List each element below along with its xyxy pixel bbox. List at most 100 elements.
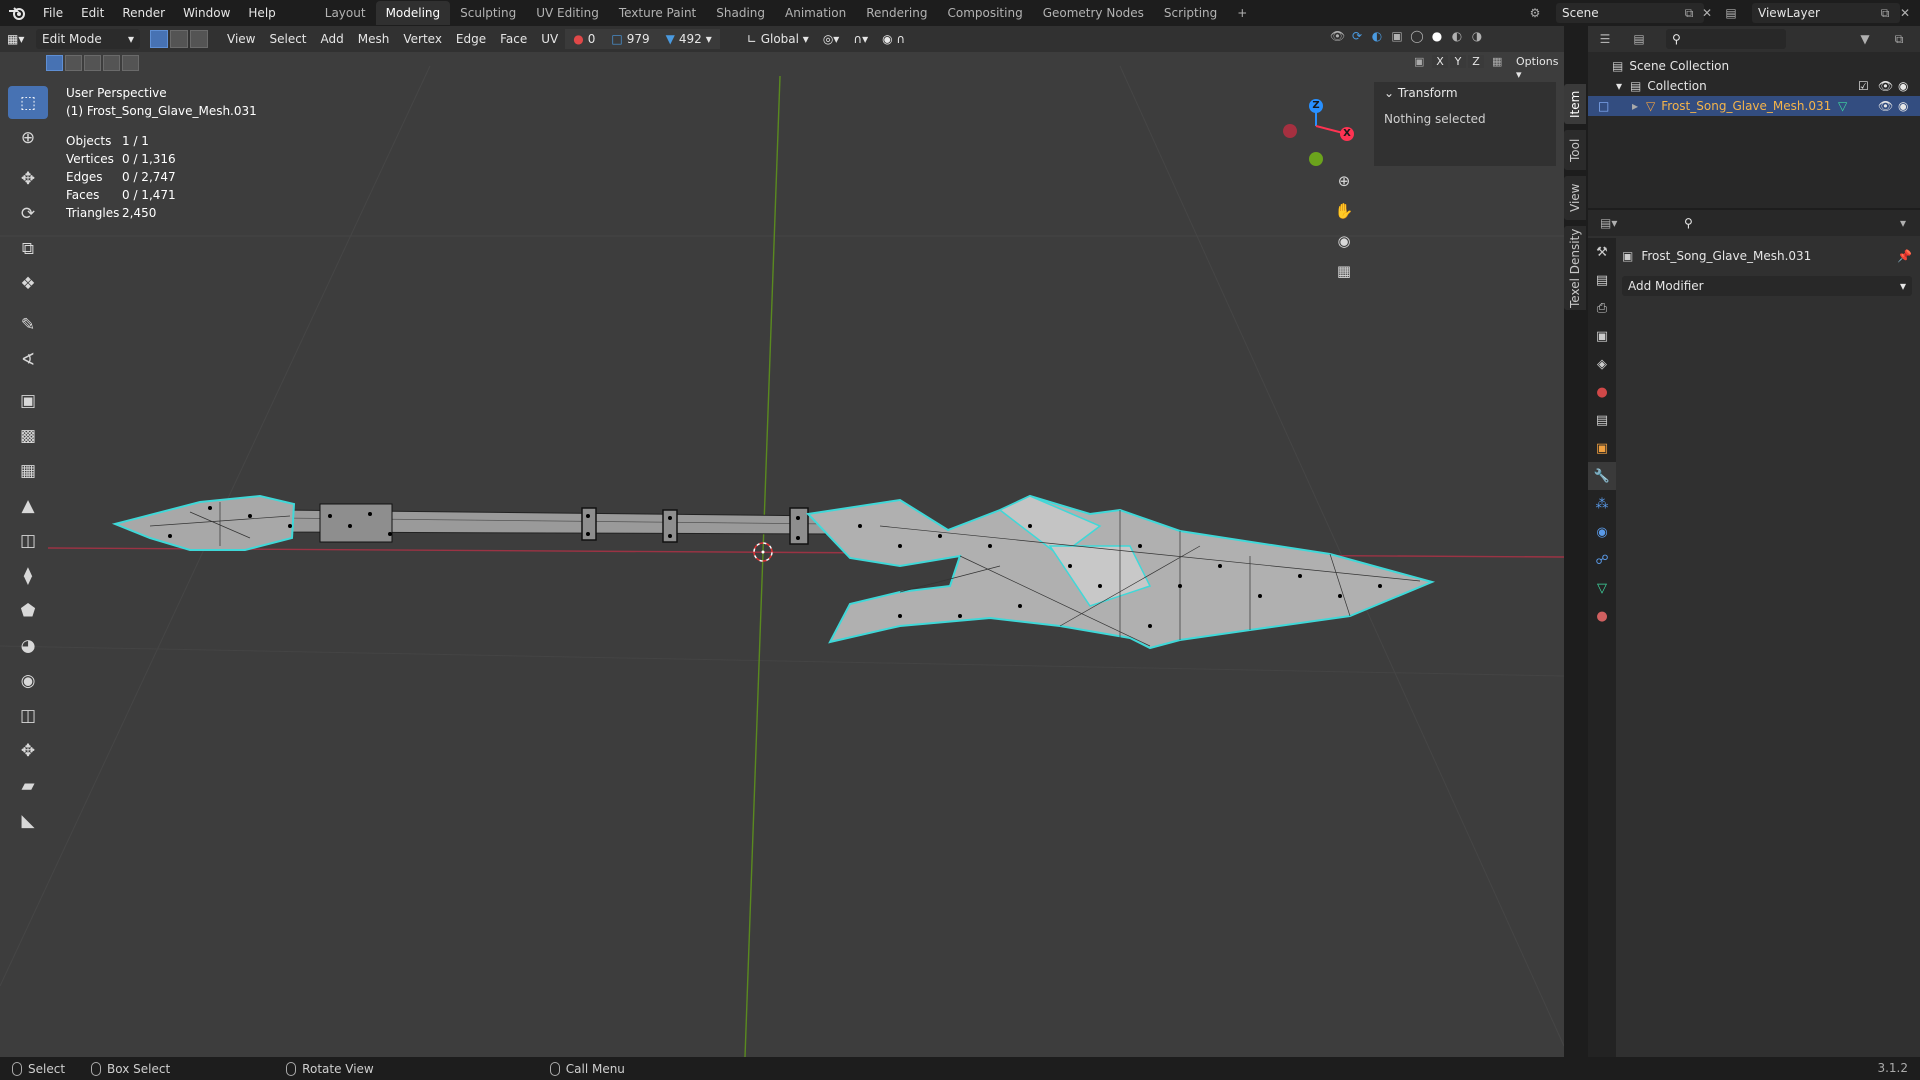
- mirror-y-toggle[interactable]: Y: [1450, 55, 1466, 68]
- tool-properties-icon[interactable]: ⚒: [1588, 238, 1616, 266]
- eye-icon[interactable]: 👁: [1878, 76, 1893, 96]
- transform-tool-icon[interactable]: ❖: [8, 267, 48, 300]
- menu-help[interactable]: Help: [239, 0, 284, 26]
- eye-icon[interactable]: 👁: [1878, 96, 1893, 116]
- camera-view-icon[interactable]: ◉: [1331, 228, 1357, 254]
- smooth-tool-icon[interactable]: ◉: [8, 664, 48, 697]
- xray-toggle-icon[interactable]: ▣: [1390, 29, 1404, 43]
- spin-tool-icon[interactable]: ◕: [8, 629, 48, 662]
- tab-modeling[interactable]: Modeling: [375, 1, 451, 25]
- mesh-frost-song-glave[interactable]: [111, 494, 1436, 650]
- rip-region-tool-icon[interactable]: ◣: [8, 804, 48, 837]
- blender-logo-icon[interactable]: [0, 0, 34, 26]
- outliner-row-object[interactable]: □ ▸ ▽ Frost_Song_Glave_Mesh.031 ▽ 👁 ◉: [1588, 96, 1920, 116]
- outliner-search-input[interactable]: ⚲: [1666, 29, 1786, 49]
- properties-editor-type-icon[interactable]: ▤▾: [1600, 216, 1617, 230]
- menu-edge[interactable]: Edge: [449, 29, 493, 49]
- tab-rendering[interactable]: Rendering: [856, 1, 937, 25]
- inset-tool-icon[interactable]: ▦: [8, 454, 48, 487]
- tab-layout[interactable]: Layout: [315, 1, 376, 25]
- menu-mesh[interactable]: Mesh: [351, 29, 397, 49]
- gizmo-toggle-icon[interactable]: ⟳: [1350, 29, 1364, 43]
- menu-file[interactable]: File: [34, 0, 72, 26]
- tab-scripting[interactable]: Scripting: [1154, 1, 1227, 25]
- solid-shading-icon[interactable]: ●: [1430, 29, 1444, 43]
- outliner-row-collection[interactable]: ▾ ▤ Collection ☑ 👁 ◉: [1588, 76, 1920, 96]
- zoom-icon[interactable]: ⊕: [1331, 168, 1357, 194]
- uv-stat-chip-b[interactable]: □ 979: [603, 29, 658, 49]
- select-subtract-button[interactable]: [84, 55, 101, 71]
- face-select-mode-button[interactable]: [190, 30, 208, 48]
- vertex-select-mode-button[interactable]: [150, 30, 168, 48]
- world-properties-icon[interactable]: ●: [1588, 378, 1616, 406]
- gizmo-z-axis[interactable]: Z: [1309, 99, 1323, 113]
- delete-scene-icon[interactable]: ✕: [1700, 6, 1714, 20]
- tab-shading[interactable]: Shading: [706, 1, 775, 25]
- gizmo-y-axis[interactable]: [1309, 152, 1323, 166]
- select-new-button[interactable]: [46, 55, 63, 71]
- measure-tool-icon[interactable]: ∢: [8, 343, 48, 376]
- render-properties-icon[interactable]: ▤: [1588, 266, 1616, 294]
- tab-view[interactable]: View: [1564, 176, 1586, 220]
- pan-hand-icon[interactable]: ✋: [1331, 198, 1357, 224]
- tab-geometry-nodes[interactable]: Geometry Nodes: [1033, 1, 1154, 25]
- editor-type-icon[interactable]: ▦▾: [0, 29, 36, 49]
- menu-uv[interactable]: UV: [534, 29, 565, 49]
- menu-window[interactable]: Window: [174, 0, 239, 26]
- rotate-tool-icon[interactable]: ⟳: [8, 197, 48, 230]
- new-collection-icon[interactable]: ⧉: [1892, 32, 1906, 46]
- transform-orientation-dropdown[interactable]: ∟ Global ▾: [740, 29, 816, 49]
- tab-animation[interactable]: Animation: [775, 1, 856, 25]
- scene-icon[interactable]: ⚙: [1528, 6, 1542, 20]
- camera-icon[interactable]: ◉: [1898, 76, 1908, 96]
- visibility-icon[interactable]: 👁: [1330, 29, 1345, 43]
- bevel-tool-icon[interactable]: ▲: [8, 489, 48, 522]
- proportional-editing-icon[interactable]: ◉ ∩: [875, 29, 912, 49]
- annotate-tool-icon[interactable]: ✎: [8, 308, 48, 341]
- new-scene-icon[interactable]: ⧉: [1682, 6, 1696, 20]
- mode-selector[interactable]: Edit Mode ▾: [36, 29, 140, 49]
- menu-render[interactable]: Render: [113, 0, 174, 26]
- menu-edit[interactable]: Edit: [72, 0, 113, 26]
- select-extend-button[interactable]: [65, 55, 82, 71]
- extrude-tool-icon[interactable]: ▩: [8, 419, 48, 452]
- shrink-fatten-tool-icon[interactable]: ✥: [8, 734, 48, 767]
- output-properties-icon[interactable]: ⎙: [1588, 294, 1616, 322]
- add-cube-tool-icon[interactable]: ▣: [8, 384, 48, 417]
- display-mode-icon[interactable]: ▤: [1632, 32, 1646, 46]
- view-layer-icon[interactable]: ▤: [1724, 6, 1738, 20]
- outliner-editor-type-icon[interactable]: ☰: [1598, 32, 1612, 46]
- pin-icon[interactable]: 📌: [1897, 249, 1912, 263]
- view-layer-properties-icon[interactable]: ▣: [1588, 322, 1616, 350]
- gizmo-neg-x-axis[interactable]: [1283, 124, 1297, 138]
- edit-mode-icon[interactable]: □: [1598, 96, 1609, 116]
- constraints-properties-icon[interactable]: ☍: [1588, 546, 1616, 574]
- shear-tool-icon[interactable]: ▰: [8, 769, 48, 802]
- material-shading-icon[interactable]: ◐: [1450, 29, 1464, 43]
- camera-icon[interactable]: ◉: [1898, 96, 1908, 116]
- material-properties-icon[interactable]: ●: [1588, 602, 1616, 630]
- delete-view-layer-icon[interactable]: ✕: [1898, 6, 1912, 20]
- scene-properties-icon[interactable]: ◈: [1588, 350, 1616, 378]
- uv-stat-chip-a[interactable]: ● 0: [565, 29, 604, 49]
- menu-view[interactable]: View: [220, 29, 262, 49]
- tab-compositing[interactable]: Compositing: [937, 1, 1032, 25]
- menu-select[interactable]: Select: [262, 29, 313, 49]
- new-view-layer-icon[interactable]: ⧉: [1878, 6, 1892, 20]
- poly-build-tool-icon[interactable]: ⬟: [8, 594, 48, 627]
- edge-select-mode-button[interactable]: [170, 30, 188, 48]
- wireframe-shading-icon[interactable]: ◯: [1410, 29, 1424, 43]
- data-properties-icon[interactable]: ▽: [1588, 574, 1616, 602]
- edge-slide-tool-icon[interactable]: ◫: [8, 699, 48, 732]
- cursor-tool-icon[interactable]: ⊕: [8, 121, 48, 154]
- select-intersect-button[interactable]: [122, 55, 139, 71]
- object-properties-icon[interactable]: ▣: [1588, 434, 1616, 462]
- particles-properties-icon[interactable]: ⁂: [1588, 490, 1616, 518]
- tab-uv-editing[interactable]: UV Editing: [526, 1, 609, 25]
- tab-item[interactable]: Item: [1564, 84, 1586, 124]
- select-invert-button[interactable]: [103, 55, 120, 71]
- outliner-row-scene-collection[interactable]: ▤ Scene Collection: [1588, 56, 1920, 76]
- chevron-down-icon[interactable]: ▾: [1616, 76, 1622, 96]
- chevron-right-icon[interactable]: ▸: [1632, 96, 1638, 116]
- physics-properties-icon[interactable]: ◉: [1588, 518, 1616, 546]
